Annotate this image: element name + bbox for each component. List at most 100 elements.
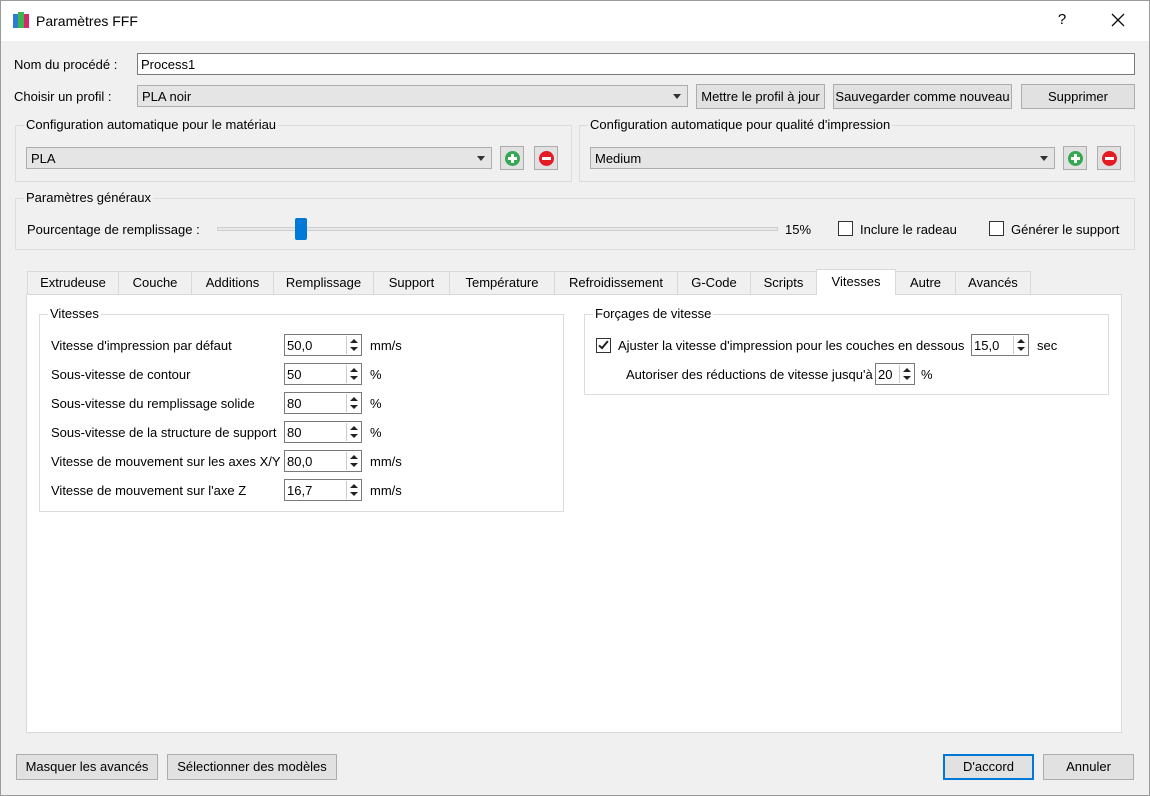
speed-spinbox[interactable]: 16,7 xyxy=(284,479,362,501)
tab-gcode[interactable]: G-Code xyxy=(677,271,751,294)
adjust-speed-value: 15,0 xyxy=(974,338,1000,353)
speed-spinbox-value: 50,0 xyxy=(287,338,313,353)
adjust-speed-spinbox[interactable]: 15,0 xyxy=(971,334,1029,356)
tab-refroidissement[interactable]: Refroidissement xyxy=(554,271,678,294)
reduce-speed-spinbox[interactable]: 20 xyxy=(875,363,915,385)
speed-spinbox[interactable]: 80 xyxy=(284,392,362,414)
speed-spinbox-value: 50 xyxy=(287,367,302,382)
hide-advanced-button[interactable]: Masquer les avancés xyxy=(16,754,158,780)
speed-spinbox[interactable]: 80,0 xyxy=(284,450,362,472)
reduce-speed-label: Autoriser des réductions de vitesse jusq… xyxy=(626,367,873,382)
speed-row-unit: mm/s xyxy=(370,454,402,469)
speed-row-label: Sous-vitesse de la structure de support xyxy=(51,425,277,440)
raft-checkbox[interactable] xyxy=(838,221,853,236)
adjust-speed-unit: sec xyxy=(1037,338,1058,353)
help-button[interactable]: ? xyxy=(1053,11,1071,28)
cancel-button[interactable]: Annuler xyxy=(1043,754,1134,780)
spin-arrows-icon[interactable] xyxy=(346,481,360,499)
support-label: Générer le support xyxy=(1011,222,1120,237)
speed-overrides-group: Forçages de vitesse xyxy=(584,306,1109,395)
speed-spinbox[interactable]: 50,0 xyxy=(284,334,362,356)
support-checkbox[interactable] xyxy=(989,221,1004,236)
speed-row-unit: % xyxy=(370,396,382,411)
profile-label: Choisir un profil : xyxy=(14,89,112,104)
tab-autre[interactable]: Autre xyxy=(895,271,956,294)
speed-row-unit: mm/s xyxy=(370,338,402,353)
speed-spinbox[interactable]: 80 xyxy=(284,421,362,443)
infill-label: Pourcentage de remplissage : xyxy=(27,222,200,237)
tab-additions[interactable]: Additions xyxy=(191,271,274,294)
speed-spinbox-value: 80,0 xyxy=(287,454,313,469)
speed-overrides-title: Forçages de vitesse xyxy=(593,306,714,321)
checkmark-icon xyxy=(598,338,609,350)
app-icon xyxy=(13,12,29,28)
speed-row-unit: % xyxy=(370,367,382,382)
general-settings-title: Paramètres généraux xyxy=(24,190,154,205)
tab-temperature[interactable]: Température xyxy=(449,271,555,294)
raft-label: Inclure le radeau xyxy=(860,222,957,237)
spin-arrows-icon[interactable] xyxy=(346,394,360,412)
spin-arrows-icon[interactable] xyxy=(346,336,360,354)
remove-quality-button[interactable] xyxy=(1097,146,1121,170)
add-material-button[interactable] xyxy=(500,146,524,170)
reduce-speed-unit: % xyxy=(921,367,933,382)
infill-slider-handle[interactable] xyxy=(295,218,307,240)
speed-spinbox-value: 16,7 xyxy=(287,483,313,498)
process-name-input[interactable]: Process1 xyxy=(137,53,1135,75)
speeds-title: Vitesses xyxy=(48,306,101,321)
add-quality-button[interactable] xyxy=(1063,146,1087,170)
speed-row-label: Sous-vitesse du remplissage solide xyxy=(51,396,255,411)
speed-row-label: Vitesse de mouvement sur l'axe Z xyxy=(51,483,247,498)
auto-quality-title: Configuration automatique pour qualité d… xyxy=(588,117,893,132)
profile-select[interactable]: PLA noir xyxy=(137,85,688,107)
plus-icon xyxy=(1068,151,1083,166)
select-models-button[interactable]: Sélectionner des modèles xyxy=(167,754,337,780)
plus-icon xyxy=(505,151,520,166)
profile-select-value: PLA noir xyxy=(142,89,192,104)
tab-remplissage[interactable]: Remplissage xyxy=(273,271,374,294)
tab-extrudeuse[interactable]: Extrudeuse xyxy=(27,271,119,294)
spin-arrows-icon[interactable] xyxy=(346,423,360,441)
process-name-label: Nom du procédé : xyxy=(14,57,118,72)
speed-spinbox-value: 80 xyxy=(287,425,302,440)
speed-row-label: Sous-vitesse de contour xyxy=(51,367,191,382)
delete-profile-button[interactable]: Supprimer xyxy=(1021,84,1135,109)
minus-icon xyxy=(539,151,554,166)
spin-arrows-icon[interactable] xyxy=(346,365,360,383)
adjust-speed-checkbox[interactable] xyxy=(596,338,611,353)
remove-material-button[interactable] xyxy=(534,146,558,170)
spin-arrows-icon[interactable] xyxy=(1013,336,1027,354)
title-bar: Paramètres FFF ? xyxy=(1,1,1149,41)
adjust-speed-label: Ajuster la vitesse d'impression pour les… xyxy=(618,338,965,353)
infill-value: 15% xyxy=(785,222,812,237)
tab-scripts[interactable]: Scripts xyxy=(750,271,817,294)
spin-arrows-icon[interactable] xyxy=(346,452,360,470)
chevron-down-icon xyxy=(1040,156,1048,161)
auto-material-title: Configuration automatique pour le matéri… xyxy=(24,117,279,132)
speed-row-label: Vitesse d'impression par défaut xyxy=(51,338,232,353)
tab-support[interactable]: Support xyxy=(373,271,450,294)
quality-select-value: Medium xyxy=(595,151,642,166)
save-as-new-button[interactable]: Sauvegarder comme nouveau xyxy=(833,84,1012,109)
tab-vitesses[interactable]: Vitesses xyxy=(816,269,896,295)
quality-select[interactable]: Medium xyxy=(590,147,1055,169)
reduce-speed-value: 20 xyxy=(878,367,893,382)
speed-row-label: Vitesse de mouvement sur les axes X/Y xyxy=(51,454,281,469)
tab-couche[interactable]: Couche xyxy=(118,271,192,294)
tab-avances[interactable]: Avancés xyxy=(955,271,1031,294)
speed-row-unit: mm/s xyxy=(370,483,402,498)
chevron-down-icon xyxy=(673,94,681,99)
update-profile-button[interactable]: Mettre le profil à jour xyxy=(696,84,825,109)
window-title: Paramètres FFF xyxy=(36,13,138,29)
material-select[interactable]: PLA xyxy=(26,147,492,169)
minus-icon xyxy=(1102,151,1117,166)
spin-arrows-icon[interactable] xyxy=(899,365,913,383)
speed-spinbox-value: 80 xyxy=(287,396,302,411)
material-select-value: PLA xyxy=(31,151,56,166)
settings-dialog: Paramètres FFF ? Nom du procédé : Proces… xyxy=(0,0,1150,796)
ok-button[interactable]: D'accord xyxy=(943,754,1034,780)
speed-spinbox[interactable]: 50 xyxy=(284,363,362,385)
close-icon[interactable] xyxy=(1107,9,1129,31)
chevron-down-icon xyxy=(477,156,485,161)
speed-row-unit: % xyxy=(370,425,382,440)
